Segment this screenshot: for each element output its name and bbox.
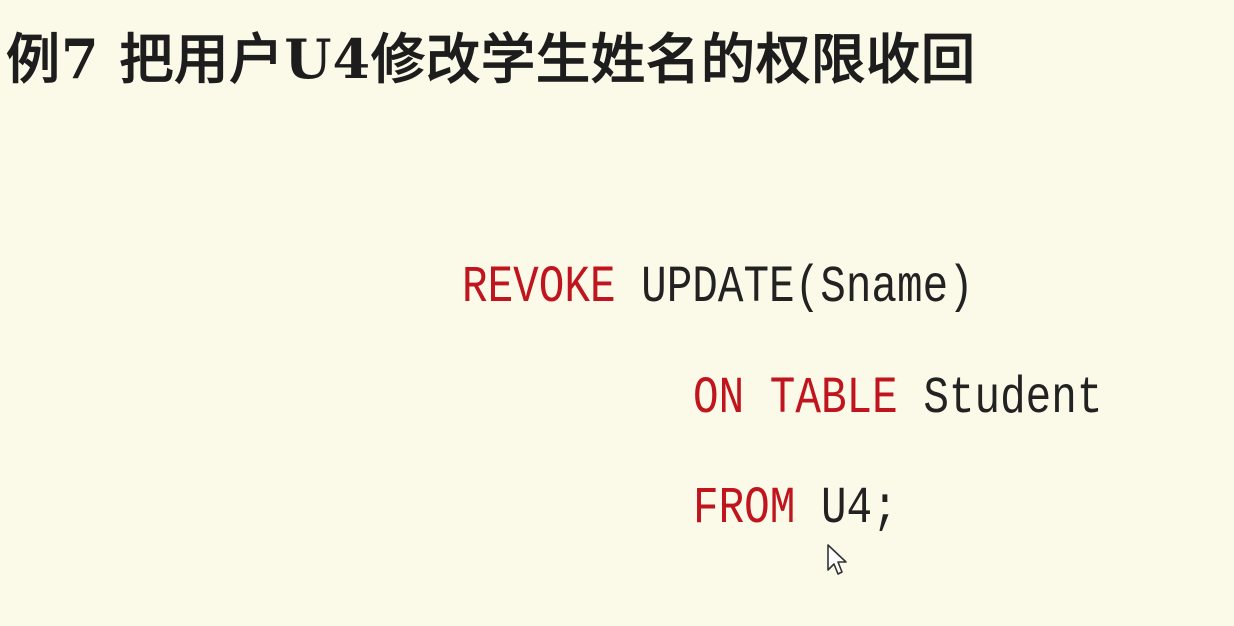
slide-title: 例7 把用户U4修改学生姓名的权限收回 <box>6 27 977 91</box>
slide-canvas: 例7 把用户U4修改学生姓名的权限收回 REVOKE UPDATE(Sname)… <box>0 0 1234 626</box>
sql-keyword-from: FROM <box>693 479 796 538</box>
sql-keyword-on: ON <box>693 369 745 428</box>
mouse-pointer-icon <box>827 544 847 575</box>
sql-privilege-update-sname: UPDATE(Sname) <box>615 258 974 317</box>
sql-user-u4: U4; <box>795 479 898 538</box>
sql-space <box>744 369 770 428</box>
sql-keyword-table: TABLE <box>769 369 898 428</box>
sql-line-from: FROM U4; <box>693 483 898 535</box>
sql-table-student: Student <box>897 369 1103 428</box>
sql-line-on-table: ON TABLE Student <box>693 373 1102 425</box>
sql-keyword-revoke: REVOKE <box>462 258 616 317</box>
sql-line-revoke: REVOKE UPDATE(Sname) <box>462 262 974 314</box>
